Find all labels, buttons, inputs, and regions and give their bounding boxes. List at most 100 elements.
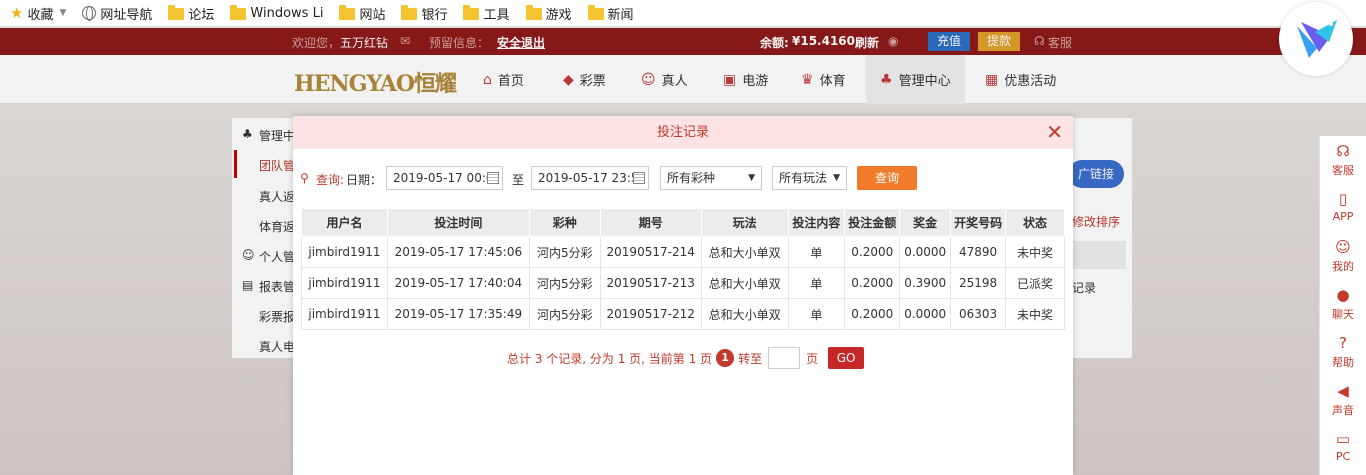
bookmark-forum[interactable]: 论坛 [168, 4, 214, 23]
bookmark-tools[interactable]: 工具 [463, 4, 510, 23]
calendar-icon[interactable] [633, 172, 645, 184]
date-to-value: 2019-05-17 23:5 [538, 171, 639, 185]
cell-user: jimbird1911 [301, 236, 388, 268]
cell-user: jimbird1911 [301, 267, 388, 299]
folder-icon [168, 5, 185, 20]
cell-lottery: 河内5分彩 [528, 267, 601, 299]
cell-content: 单 [787, 298, 846, 330]
bookmark-bank[interactable]: 银行 [401, 4, 447, 23]
bet-record-table: 用户名 投注时间 彩种 期号 玩法 投注内容 投注金额 奖金 开奖号码 状态 j… [301, 208, 1065, 330]
cell-prize: 0.0000 [899, 236, 952, 268]
phone-icon: ▯ [1338, 190, 1348, 208]
cell-status: 未中奖 [1005, 298, 1065, 330]
float-item-sound[interactable]: ◀ 声音 [1320, 376, 1366, 424]
bookmark-games[interactable]: 游戏 [525, 4, 572, 23]
float-item-app[interactable]: ▯ APP [1320, 184, 1366, 232]
date-to-input[interactable]: 2019-05-17 23:5 [531, 166, 649, 190]
bookmark-nav[interactable]: 网址导航 [82, 4, 152, 23]
cell-lottery: 河内5分彩 [528, 298, 601, 330]
play-select[interactable]: 所有玩法 ▼ [772, 166, 847, 190]
monitor-icon: ▭ [1335, 430, 1351, 448]
bookmark-windows[interactable]: Windows Li [230, 5, 324, 21]
col-issue: 期号 [599, 208, 702, 237]
page-unit-label: 页 [806, 351, 819, 366]
col-status: 状态 [1005, 208, 1065, 237]
float-item-pc[interactable]: ▭ PC [1320, 424, 1366, 472]
bookmark-label: Windows Li [250, 5, 324, 21]
float-item-chat[interactable]: ● 聊天 [1320, 280, 1366, 328]
chat-icon: ● [1336, 286, 1350, 304]
page-number-input[interactable] [768, 347, 801, 369]
lottery-select[interactable]: 所有彩种 ▼ [660, 166, 762, 190]
search-icon: ⚲ [300, 171, 309, 185]
table-row[interactable]: jimbird1911 2019-05-17 17:40:04 河内5分彩 20… [301, 267, 1065, 299]
chevron-down-icon: ▼ [833, 173, 840, 183]
cell-issue: 20190517-213 [599, 267, 702, 299]
table-row[interactable]: jimbird1911 2019-05-17 17:35:49 河内5分彩 20… [301, 298, 1065, 330]
folder-icon [339, 5, 356, 20]
bookmark-label: 新闻 [607, 7, 634, 23]
to-label: 至 [512, 173, 525, 187]
cell-time: 2019-05-17 17:40:04 [386, 267, 530, 299]
globe-icon [82, 6, 97, 21]
modal-title: 投注记录 [656, 125, 709, 140]
current-page-badge[interactable]: 1 [716, 349, 735, 367]
cell-numbers: 25198 [950, 267, 1007, 299]
bookmark-favorites[interactable]: ★ 收藏 ▼ [10, 4, 66, 23]
headset-icon: ☊ [1336, 142, 1350, 160]
cell-amount: 0.2000 [844, 298, 901, 330]
query-button[interactable]: 查询 [857, 166, 917, 190]
date-from-input[interactable]: 2019-05-17 00:0 [386, 166, 503, 190]
cell-content: 单 [787, 236, 846, 268]
cell-user: jimbird1911 [301, 298, 388, 330]
float-item-service[interactable]: ☊ 客服 [1320, 136, 1366, 184]
col-play: 玩法 [700, 208, 789, 237]
bird-icon [1297, 20, 1337, 58]
lottery-select-value: 所有彩种 [667, 171, 716, 185]
help-icon: ? [1339, 334, 1347, 352]
cell-issue: 20190517-214 [599, 236, 702, 268]
bookmark-label: 网址导航 [100, 7, 153, 23]
close-icon[interactable]: ✕ [1046, 116, 1063, 149]
bookmark-label: 论坛 [188, 7, 215, 23]
cell-amount: 0.2000 [844, 267, 901, 299]
go-button[interactable]: GO [828, 347, 865, 369]
folder-icon [463, 5, 480, 20]
assistant-bird-icon[interactable] [1279, 2, 1353, 76]
float-label: 聊天 [1332, 308, 1354, 321]
calendar-icon[interactable] [487, 172, 499, 184]
cell-numbers: 06303 [950, 298, 1007, 330]
bookmark-label: 工具 [483, 7, 510, 23]
cell-play: 总和大小单双 [700, 298, 789, 330]
bookmarks-bar: ★ 收藏 ▼ 网址导航 论坛 Windows Li 网站 银行 工具 游戏 新闻 [0, 0, 1366, 27]
cell-amount: 0.2000 [844, 236, 901, 268]
table-row[interactable]: jimbird1911 2019-05-17 17:45:06 河内5分彩 20… [301, 236, 1065, 268]
float-label: 客服 [1332, 164, 1354, 177]
col-amount: 投注金额 [844, 208, 901, 237]
chevron-down-icon: ▼ [748, 173, 755, 183]
float-item-mine[interactable]: ☺ 我的 [1320, 232, 1366, 280]
star-icon: ★ [10, 4, 24, 22]
bookmark-sites[interactable]: 网站 [339, 4, 385, 23]
bookmark-news[interactable]: 新闻 [587, 4, 634, 23]
col-time: 投注时间 [386, 208, 530, 237]
cell-play: 总和大小单双 [700, 236, 789, 268]
pagination: 总计 3 个记录, 分为 1 页, 当前第 1 页 1 转至 页 GO [507, 347, 865, 369]
cell-time: 2019-05-17 17:35:49 [386, 298, 530, 330]
goto-label: 转至 [738, 351, 763, 366]
pagination-summary: 总计 3 个记录, 分为 1 页, 当前第 1 页 [507, 351, 713, 366]
cell-play: 总和大小单双 [700, 267, 789, 299]
chevron-down-icon[interactable]: ▼ [59, 8, 66, 18]
cell-time: 2019-05-17 17:45:06 [386, 236, 530, 268]
cell-issue: 20190517-212 [599, 298, 702, 330]
speaker-icon: ◀ [1337, 382, 1349, 400]
float-label: APP [1332, 210, 1354, 223]
floating-toolbar: ☊ 客服 ▯ APP ☺ 我的 ● 聊天 ? 帮助 ◀ 声音 ▭ PC [1319, 136, 1366, 475]
col-lottery: 彩种 [528, 208, 601, 237]
cell-lottery: 河内5分彩 [528, 236, 601, 268]
float-item-help[interactable]: ? 帮助 [1320, 328, 1366, 376]
date-from-value: 2019-05-17 00:0 [393, 171, 494, 185]
cell-numbers: 47890 [950, 236, 1007, 268]
cell-prize: 0.3900 [899, 267, 952, 299]
folder-icon [401, 5, 418, 20]
